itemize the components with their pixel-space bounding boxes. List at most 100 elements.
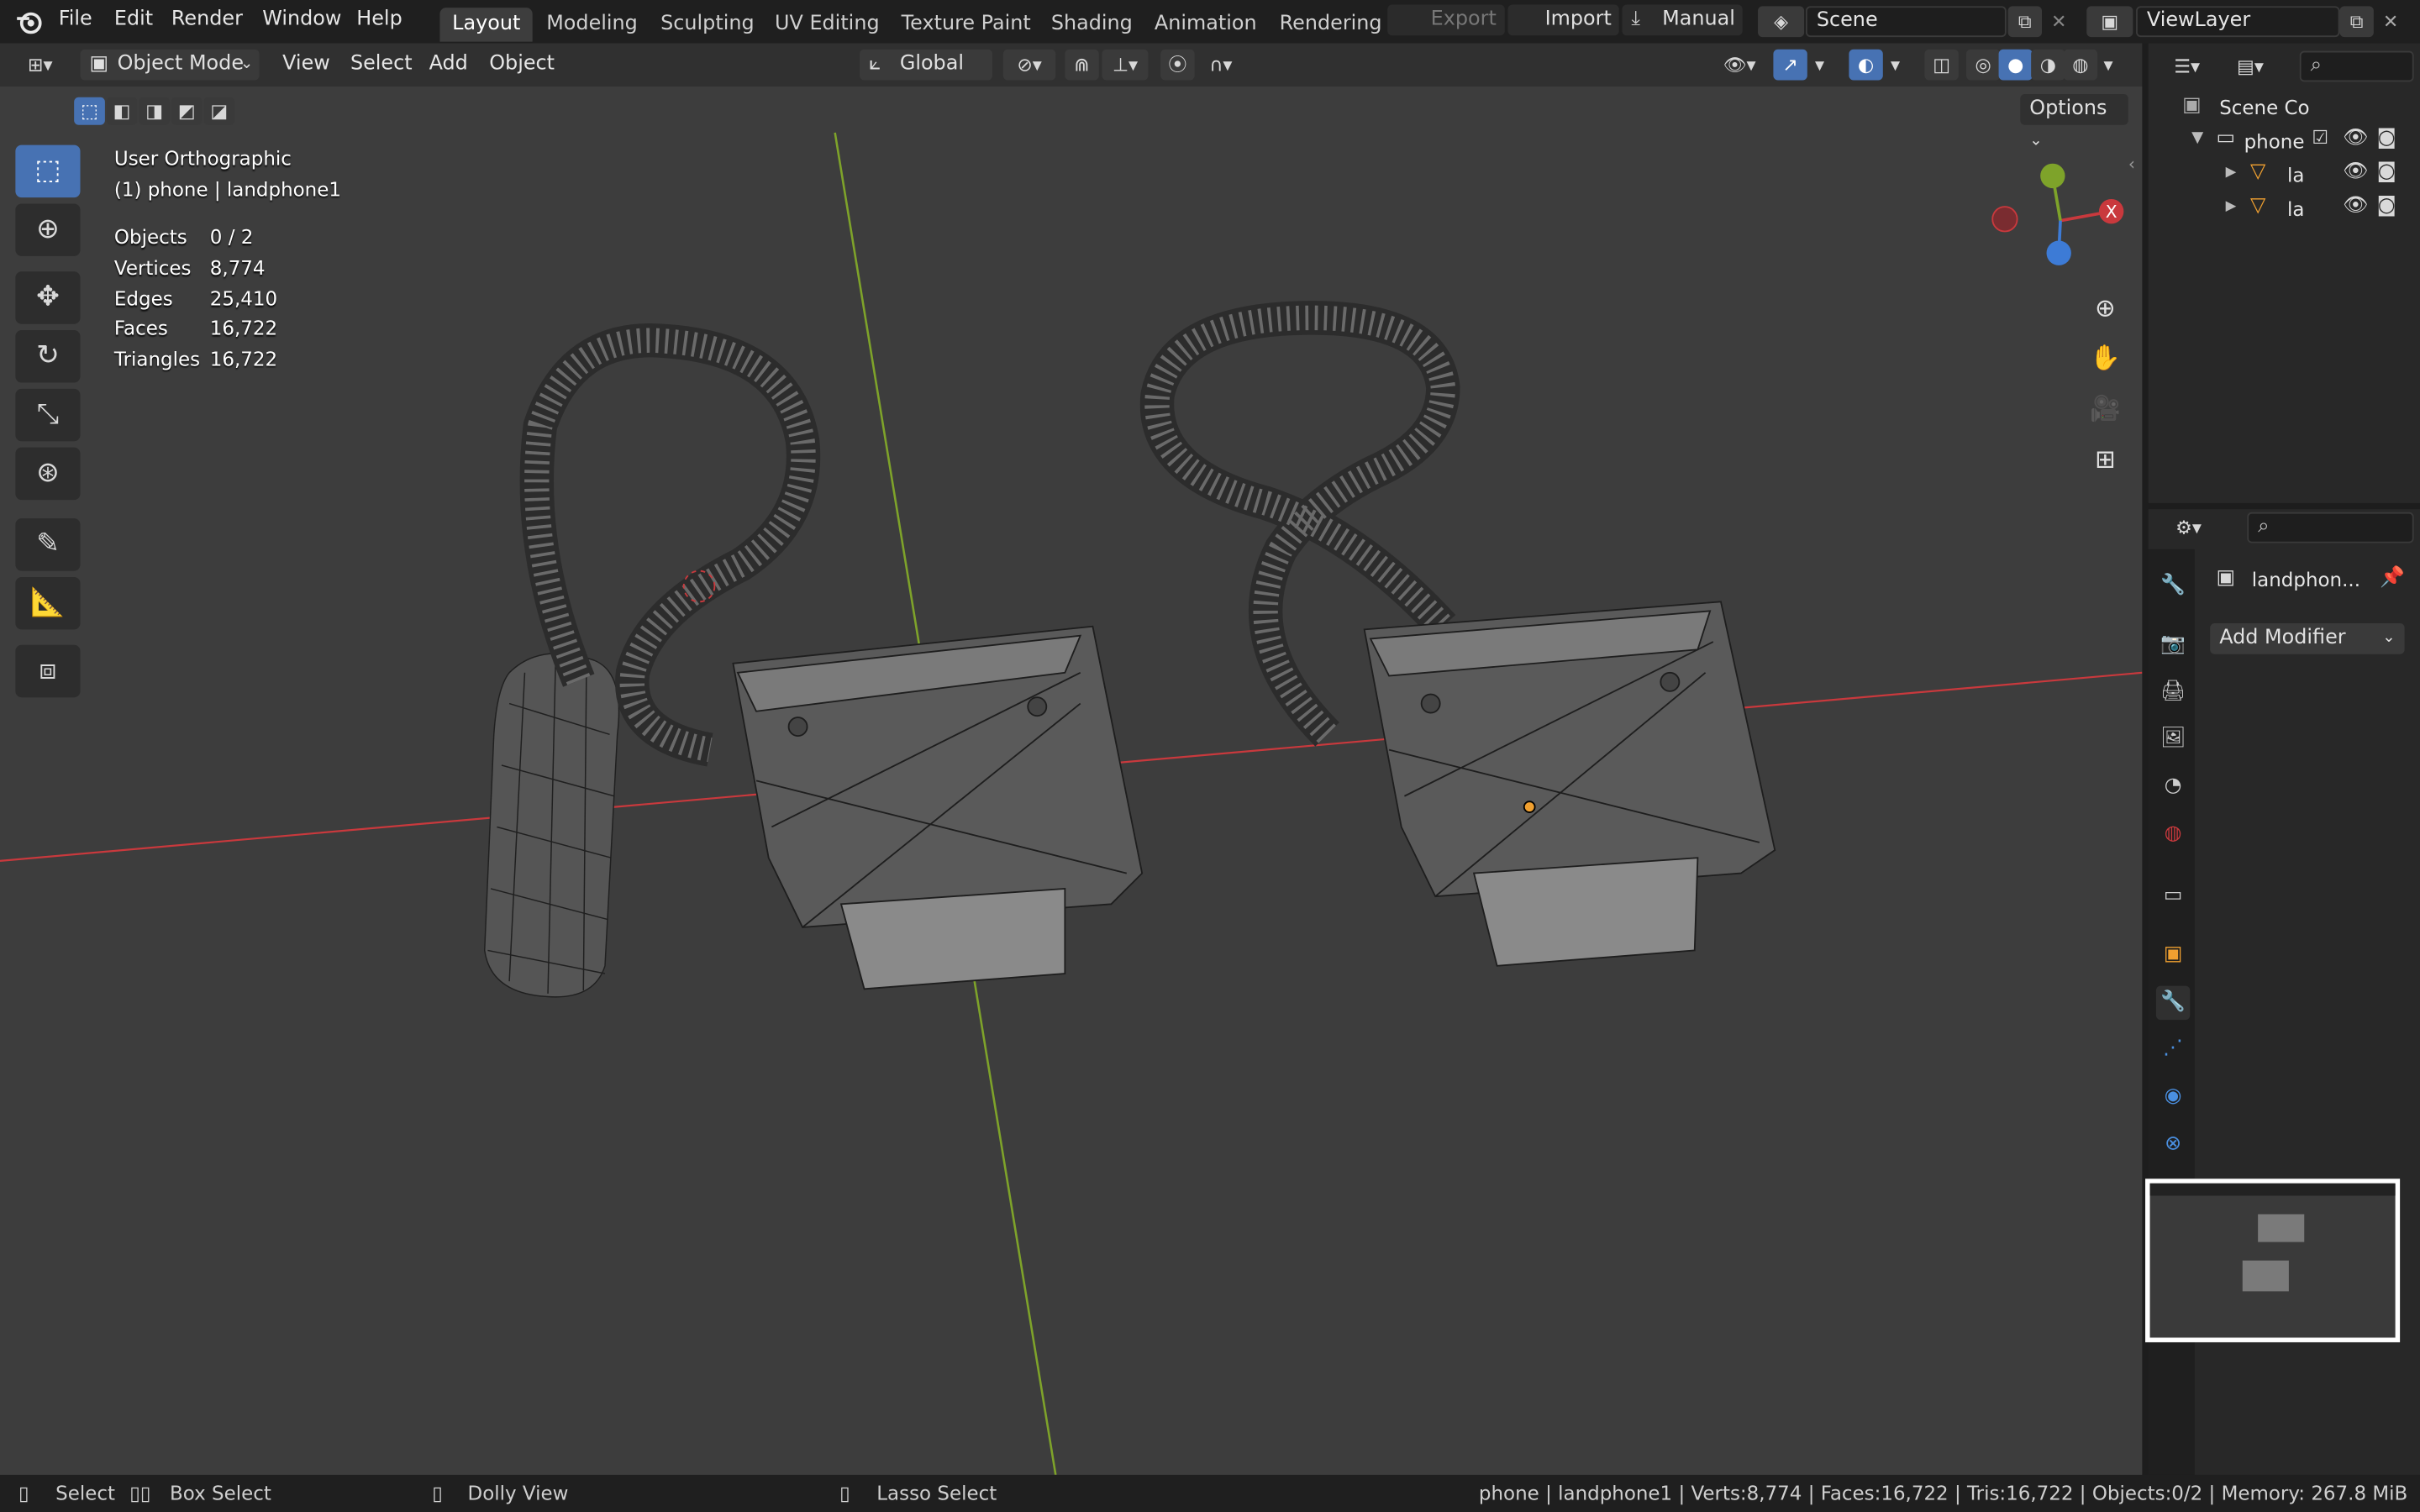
camera-icon[interactable]: ◙ xyxy=(2377,127,2396,150)
select-box-tool-icon[interactable]: ⬚ xyxy=(15,144,81,198)
properties-editor-icon[interactable]: ⚙▾ xyxy=(2164,512,2213,543)
physics-tab-icon[interactable]: ◉ xyxy=(2156,1080,2190,1114)
close-view-layer-icon[interactable]: ✕ xyxy=(2374,6,2407,37)
ortho-grid-icon[interactable]: ⊞ xyxy=(2084,438,2127,481)
shading-dropdown-icon[interactable]: ▾ xyxy=(2096,50,2120,81)
visibility-icon[interactable]: 👁▾ xyxy=(1716,50,1762,81)
tab-texture-paint[interactable]: Texture Paint xyxy=(889,8,1043,41)
constraints-tab-icon[interactable]: ⊗ xyxy=(2156,1128,2190,1162)
checkbox-icon[interactable]: ☑ xyxy=(2312,127,2328,149)
camera-view-icon[interactable]: 🎥 xyxy=(2084,387,2127,430)
pivot-point-icon[interactable]: ⊘▾ xyxy=(1002,49,1056,81)
tab-animation[interactable]: Animation xyxy=(1142,8,1269,41)
particles-tab-icon[interactable]: ⋰ xyxy=(2156,1032,2190,1066)
close-scene-icon[interactable]: ✕ xyxy=(2042,6,2075,37)
outliner-collection[interactable]: phone xyxy=(2244,129,2305,153)
select-extend-icon[interactable]: ◧ xyxy=(106,97,138,125)
editor-type-icon[interactable]: ⊞▾ xyxy=(15,50,65,81)
display-mode-icon[interactable]: ▤▾ xyxy=(2226,51,2275,82)
tab-uv-editing[interactable]: UV Editing xyxy=(762,8,892,41)
view-layer-icon[interactable]: ▣ xyxy=(2086,6,2133,38)
menu-edit[interactable]: Edit xyxy=(114,8,153,31)
rotate-tool-icon[interactable]: ↻ xyxy=(15,330,81,383)
add-cube-tool-icon[interactable]: ⧈ xyxy=(15,644,81,698)
navigation-gizmo[interactable]: X xyxy=(1983,156,2138,280)
expand-icon[interactable]: ▼ xyxy=(2191,129,2203,146)
expand-icon[interactable]: ▶ xyxy=(2226,199,2237,214)
tab-sculpting[interactable]: Sculpting xyxy=(648,8,766,41)
object-tab-icon[interactable]: ▣ xyxy=(2156,938,2190,972)
select-new-icon[interactable]: ⬚ xyxy=(74,97,105,125)
cursor-tool-icon[interactable]: ⊕ xyxy=(15,203,81,256)
solid-shading-icon[interactable]: ● xyxy=(1998,49,2033,81)
scene-name-field[interactable]: Scene xyxy=(1805,6,2007,38)
world-tab-icon[interactable]: ◍ xyxy=(2156,817,2190,851)
menu-help[interactable]: Help xyxy=(356,8,402,31)
tab-layout[interactable]: Layout xyxy=(439,8,534,42)
outliner-editor-icon[interactable]: ☰▾ xyxy=(2164,51,2210,82)
view-layer-field[interactable]: ViewLayer xyxy=(2136,6,2340,38)
scale-tool-icon[interactable]: ⤡ xyxy=(15,388,81,442)
wireframe-shading-icon[interactable]: ◎ xyxy=(1966,49,2001,81)
transform-tool-icon[interactable]: ⊛ xyxy=(15,447,81,501)
xray-toggle-icon[interactable]: ◫ xyxy=(1924,49,1959,81)
gizmo-dropdown-icon[interactable]: ▾ xyxy=(1807,50,1832,81)
new-scene-icon[interactable]: ⧉ xyxy=(2007,6,2042,38)
mode-dropdown[interactable]: ▣ Object Mode ⌄ xyxy=(80,49,260,81)
orientation-dropdown[interactable]: ⟀ Global xyxy=(860,49,993,81)
measure-tool-icon[interactable]: 📐 xyxy=(15,576,81,630)
menu-render[interactable]: Render xyxy=(171,8,243,31)
options-dropdown[interactable]: Options ⌄ xyxy=(2020,94,2128,150)
camera-icon[interactable]: ◙ xyxy=(2377,160,2396,184)
eye-icon[interactable]: 👁 xyxy=(2343,160,2368,184)
move-tool-icon[interactable]: ✥ xyxy=(15,271,81,324)
new-view-layer-icon[interactable]: ⧉ xyxy=(2339,6,2374,38)
camera-icon[interactable]: ◙ xyxy=(2377,194,2396,218)
pin-icon[interactable]: 📌 xyxy=(2380,566,2405,590)
tab-modeling[interactable]: Modeling xyxy=(534,8,650,41)
outliner-root[interactable]: Scene Co xyxy=(2219,96,2309,119)
select-intersect-icon[interactable]: ◪ xyxy=(203,97,235,125)
pan-hand-icon[interactable]: ✋ xyxy=(2084,336,2127,379)
gizmo-toggle-icon[interactable]: ↗ xyxy=(1773,49,1807,81)
menu-object[interactable]: Object xyxy=(489,52,555,76)
tool-tab-icon[interactable]: 🔧 xyxy=(2156,570,2190,603)
menu-file[interactable]: File xyxy=(59,8,92,31)
tab-rendering[interactable]: Rendering xyxy=(1267,8,1394,41)
eye-icon[interactable]: 👁 xyxy=(2343,194,2368,218)
proportional-edit-icon[interactable]: ⦿ xyxy=(1160,49,1195,81)
select-subtract-icon[interactable]: ◨ xyxy=(139,97,171,125)
scene-tab-icon[interactable]: ◔ xyxy=(2156,770,2190,804)
menu-select[interactable]: Select xyxy=(350,52,413,76)
import-button[interactable]: Import xyxy=(1507,4,1619,36)
properties-search[interactable]: ⌕ xyxy=(2247,512,2414,543)
annotate-tool-icon[interactable]: ✎ xyxy=(15,518,81,571)
snap-toggle-icon[interactable]: ⋒ xyxy=(1065,49,1099,81)
overlay-toggle-icon[interactable]: ◐ xyxy=(1849,49,1883,81)
output-tab-icon[interactable]: 🖨 xyxy=(2156,675,2190,709)
outliner-object[interactable]: la xyxy=(2287,197,2304,221)
eye-icon[interactable]: 👁 xyxy=(2343,127,2368,150)
scene-type-icon[interactable]: ◈ xyxy=(1758,6,1805,38)
export-button[interactable]: Export xyxy=(1387,4,1505,36)
falloff-icon[interactable]: ∩▾ xyxy=(1197,50,1244,81)
overlay-dropdown-icon[interactable]: ▾ xyxy=(1883,50,1907,81)
menu-view[interactable]: View xyxy=(282,52,330,76)
blender-logo-icon[interactable] xyxy=(15,9,43,34)
menu-window[interactable]: Window xyxy=(262,8,341,31)
3d-viewport[interactable]: ⬚ ◧ ◨ ◩ ◪ ⬚ ⊕ ✥ ↻ ⤡ ⊛ ✎ 📐 ⧈ User Orthogr… xyxy=(0,86,2143,1475)
menu-add[interactable]: Add xyxy=(429,52,468,76)
rendered-shading-icon[interactable]: ◍ xyxy=(2063,49,2098,81)
modifier-tab-icon[interactable]: 🔧 xyxy=(2155,985,2191,1021)
add-modifier-dropdown[interactable]: Add Modifier ⌄ xyxy=(2210,623,2405,654)
render-tab-icon[interactable]: 📷 xyxy=(2156,628,2190,662)
outliner-object[interactable]: la xyxy=(2287,164,2304,187)
manual-button[interactable]: ⤓ Manual xyxy=(1622,4,1743,36)
collection-tab-icon[interactable]: ▭ xyxy=(2156,879,2190,913)
tab-shading[interactable]: Shading xyxy=(1039,8,1144,41)
expand-icon[interactable]: ▶ xyxy=(2226,165,2237,181)
material-shading-icon[interactable]: ◑ xyxy=(2031,49,2065,81)
zoom-icon[interactable]: ⊕ xyxy=(2084,287,2127,330)
view-layer-tab-icon[interactable]: 🖼 xyxy=(2156,722,2190,756)
outliner-search[interactable]: ⌕ xyxy=(2299,50,2414,82)
